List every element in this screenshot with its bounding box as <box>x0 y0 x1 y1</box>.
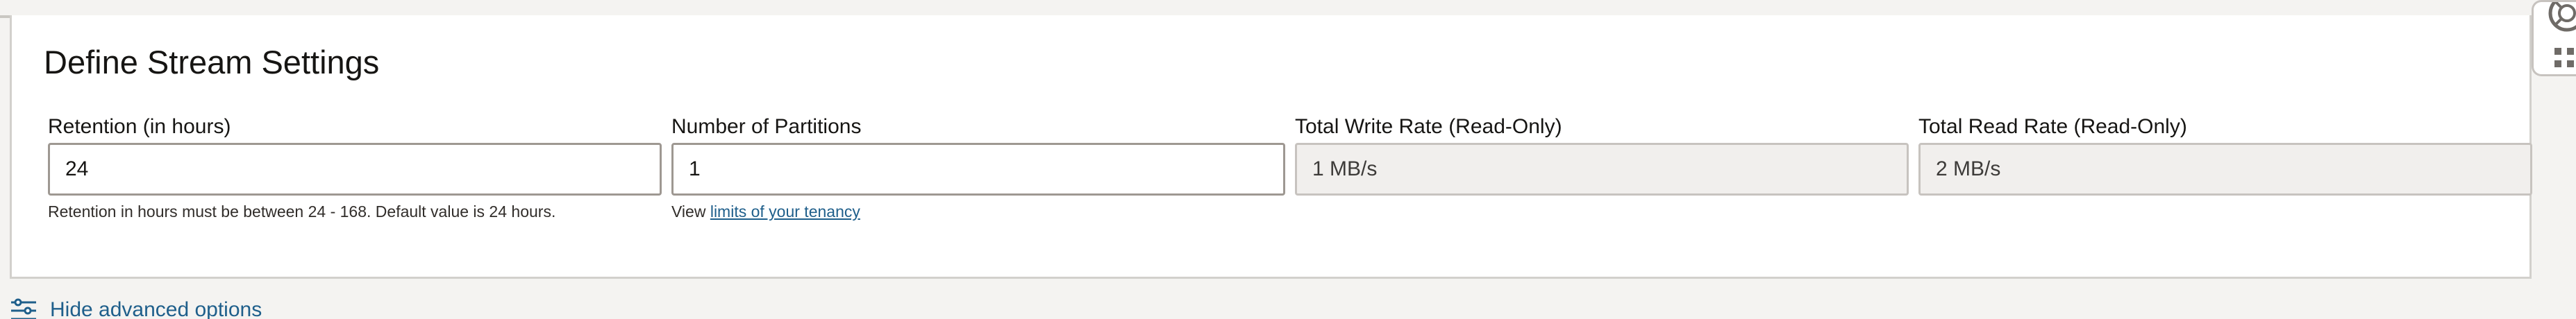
write-rate-field: Total Write Rate (Read-Only) <box>1295 112 1909 196</box>
retention-field: Retention (in hours) Retention in hours … <box>48 112 662 221</box>
partitions-help-text: View limits of your tenancy <box>671 202 1285 221</box>
retention-label: Retention (in hours) <box>48 115 231 138</box>
read-rate-field: Total Read Rate (Read-Only) <box>1918 112 2532 196</box>
help-lifebuoy-icon[interactable] <box>2546 2 2576 37</box>
write-rate-label: Total Write Rate (Read-Only) <box>1295 115 1562 138</box>
read-rate-input <box>1918 143 2532 196</box>
panel-title: Define Stream Settings <box>44 44 380 80</box>
filter-options-icon <box>10 298 37 319</box>
stream-settings-panel: Define Stream Settings Retention (in hou… <box>10 15 2532 279</box>
partitions-field: Number of Partitions View limits of your… <box>671 112 1285 221</box>
hide-advanced-options-toggle[interactable]: Hide advanced options <box>10 298 262 319</box>
partitions-input[interactable] <box>671 143 1285 196</box>
read-rate-label: Total Read Rate (Read-Only) <box>1918 115 2187 138</box>
partitions-label: Number of Partitions <box>671 115 862 138</box>
partitions-help-prefix: View <box>671 202 706 221</box>
write-rate-input <box>1295 143 1909 196</box>
retention-help-text: Retention in hours must be between 24 - … <box>48 202 556 221</box>
side-widget <box>2532 0 2576 76</box>
tenancy-limits-link[interactable]: limits of your tenancy <box>710 202 860 221</box>
retention-input[interactable] <box>48 143 662 196</box>
hide-advanced-options-label: Hide advanced options <box>50 298 262 319</box>
apps-grid-icon[interactable] <box>2553 46 2576 74</box>
page: Define Stream Settings Retention (in hou… <box>0 0 2576 319</box>
